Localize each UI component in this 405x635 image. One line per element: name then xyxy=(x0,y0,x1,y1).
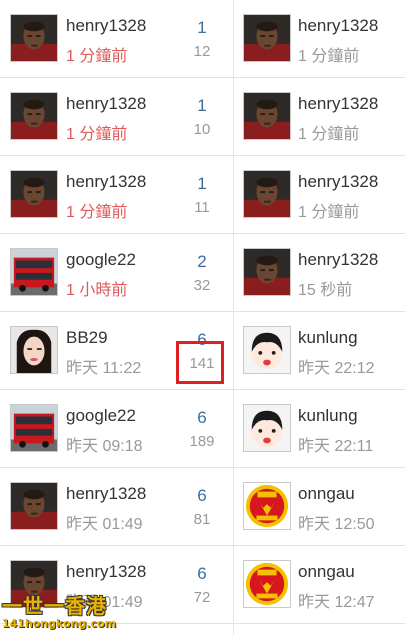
post-time: 1 分鐘前 xyxy=(66,204,128,221)
reply-count[interactable]: 1 xyxy=(180,18,224,38)
last-poster-avatar-man-avatar[interactable] xyxy=(243,170,291,218)
last-post-time[interactable]: 昨天 12:47 xyxy=(298,588,375,612)
author-avatar-bus-avatar[interactable] xyxy=(10,248,58,296)
views-highlight-box xyxy=(176,341,224,384)
last-poster-avatar-cartoon-avatar[interactable] xyxy=(243,404,291,452)
last-poster-name-link[interactable]: henry1328 xyxy=(298,16,378,36)
post-time: 昨天 09:18 xyxy=(66,438,143,455)
post-time: 昨天 11:22 xyxy=(66,360,142,377)
reply-count[interactable]: 6 xyxy=(180,564,224,584)
reply-count[interactable]: 6 xyxy=(180,486,224,506)
last-poster-name-link[interactable]: onngau xyxy=(298,562,355,582)
last-poster-name-link[interactable]: henry1328 xyxy=(298,94,378,114)
last-poster-avatar-crest-avatar[interactable] xyxy=(243,482,291,530)
thread-row[interactable]: google22 昨天 09:18 6 189 kunlung 昨天 22:11 xyxy=(0,390,405,468)
author-name-link[interactable]: henry1328 xyxy=(66,94,146,114)
last-post-time[interactable]: 1 分鐘前 xyxy=(298,120,359,144)
view-count: 189 xyxy=(189,433,215,450)
reply-count[interactable]: 1 xyxy=(180,174,224,194)
author-name-link[interactable]: henry1328 xyxy=(66,484,146,504)
last-poster-avatar-man-avatar[interactable] xyxy=(243,92,291,140)
author-avatar-man-avatar[interactable] xyxy=(10,482,58,530)
last-poster-avatar-man-avatar[interactable] xyxy=(243,248,291,296)
last-poster-name-link[interactable]: onngau xyxy=(298,484,355,504)
last-post-time[interactable]: 昨天 22:12 xyxy=(298,354,375,378)
view-count: 10 xyxy=(193,121,211,138)
last-poster-avatar-crest-avatar[interactable] xyxy=(243,560,291,608)
thread-row[interactable]: henry1328 1 分鐘前 1 12 henry1328 1 分鐘前 xyxy=(0,0,405,78)
watermark-url: 141hongkong.com xyxy=(2,617,117,630)
site-watermark: 一世一香港 141hongkong.com xyxy=(2,590,122,632)
author-avatar-woman-avatar[interactable] xyxy=(10,326,58,374)
view-count: 12 xyxy=(193,43,211,60)
author-name-link[interactable]: google22 xyxy=(66,250,136,270)
thread-row[interactable]: henry1328 1 分鐘前 1 11 henry1328 1 分鐘前 xyxy=(0,156,405,234)
last-post-time[interactable]: 昨天 22:11 xyxy=(298,432,373,456)
post-time: 1 分鐘前 xyxy=(66,48,128,65)
last-poster-name-link[interactable]: kunlung xyxy=(298,406,358,426)
watermark-title: 一世一香港 xyxy=(2,594,107,618)
last-poster-name-link[interactable]: henry1328 xyxy=(298,250,378,270)
reply-count[interactable]: 6 xyxy=(180,408,224,428)
last-poster-name-link[interactable]: kunlung xyxy=(298,328,358,348)
view-count: 32 xyxy=(193,277,211,294)
author-avatar-bus-avatar[interactable] xyxy=(10,404,58,452)
author-name-link[interactable]: henry1328 xyxy=(66,172,146,192)
view-count: 81 xyxy=(193,511,211,528)
last-post-time[interactable]: 15 秒前 xyxy=(298,276,352,300)
last-post-time[interactable]: 昨天 12:50 xyxy=(298,510,375,534)
column-divider xyxy=(233,0,234,635)
last-poster-name-link[interactable]: henry1328 xyxy=(298,172,378,192)
thread-row[interactable]: henry1328 昨天 01:49 6 81 onngau 昨天 12:50 xyxy=(0,468,405,546)
view-count: 11 xyxy=(194,199,210,216)
last-poster-avatar-man-avatar[interactable] xyxy=(243,14,291,62)
last-poster-avatar-cartoon-avatar[interactable] xyxy=(243,326,291,374)
thread-row[interactable]: google22 1 小時前 2 32 henry1328 15 秒前 xyxy=(0,234,405,312)
author-avatar-man-avatar[interactable] xyxy=(10,92,58,140)
post-time: 1 小時前 xyxy=(66,282,128,299)
author-avatar-man-avatar[interactable] xyxy=(10,14,58,62)
author-name-link[interactable]: google22 xyxy=(66,406,136,426)
author-avatar-man-avatar[interactable] xyxy=(10,170,58,218)
last-post-time[interactable]: 1 分鐘前 xyxy=(298,198,359,222)
reply-count[interactable]: 1 xyxy=(180,96,224,116)
last-post-time[interactable]: 1 分鐘前 xyxy=(298,42,359,66)
thread-row[interactable]: henry1328 1 分鐘前 1 10 henry1328 1 分鐘前 xyxy=(0,78,405,156)
view-count: 72 xyxy=(193,589,211,606)
post-time: 昨天 01:49 xyxy=(66,516,143,533)
reply-count[interactable]: 2 xyxy=(180,252,224,272)
author-name-link[interactable]: henry1328 xyxy=(66,562,146,582)
author-name-link[interactable]: henry1328 xyxy=(66,16,146,36)
post-time: 1 分鐘前 xyxy=(66,126,128,143)
author-name-link[interactable]: BB29 xyxy=(66,328,108,348)
